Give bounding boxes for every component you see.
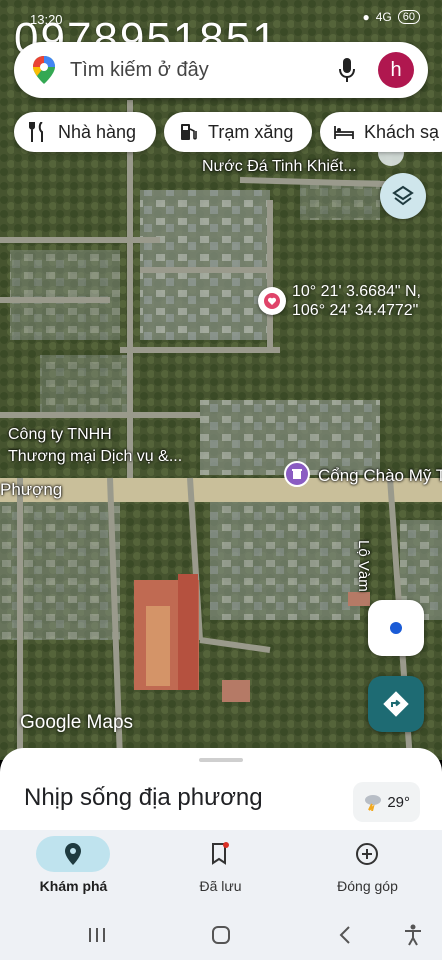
network-status: 4G [375,10,392,24]
layers-icon [392,185,414,206]
nav-contribute-pill [330,836,404,872]
weather-badge[interactable]: 29° [353,782,420,822]
heart-pin-icon[interactable] [258,287,286,315]
accessibility-icon[interactable] [400,922,426,948]
longitude-text: 106° 24' 34.4772" [292,302,419,319]
my-location-button[interactable] [368,600,424,656]
google-maps-logo: Google Maps [20,712,134,733]
system-navigation-bar [0,910,442,960]
location-status-icon: ● [362,10,370,24]
sheet-drag-handle[interactable] [199,758,243,762]
dropped-pin-coordinates: 10° 21' 3.6684" N, 106° 24' 34.4772" [292,282,421,320]
gas-station-icon [178,122,198,142]
chip-label: Khách sạ [364,121,440,142]
map-label-company-line2[interactable]: Thương mại Dịch vụ &... [8,448,182,466]
thunderstorm-icon [365,795,382,811]
map-label-ice-factory[interactable]: Nước Đá Tinh Khiết... [202,158,357,176]
status-icons: ● 4G 60 [362,10,420,24]
chip-restaurants[interactable]: Nhà hàng [14,112,156,152]
status-time: 13:20 [30,12,63,27]
map-label-company-line1[interactable]: Công ty TNHH [8,426,112,444]
bottom-navigation: Khám phá Đã lưu Đóng góp [0,830,442,910]
fork-knife-icon [28,122,48,142]
map-label-gate[interactable]: Cổng Chào Mỹ T [318,466,442,486]
chip-label: Nhà hàng [58,121,137,142]
latitude-text: 10° 21' 3.6684" N, [292,283,421,300]
my-location-icon [390,622,402,634]
nav-explore[interactable]: Khám phá [0,830,147,910]
layers-button[interactable] [380,173,426,219]
road-label-lo-vam: Lộ Vàm [355,540,372,592]
nav-label: Đã lưu [199,878,242,894]
directions-icon [383,691,409,717]
bookmark-icon [212,842,229,865]
microphone-icon[interactable] [338,57,356,88]
chip-gas-stations[interactable]: Trạm xăng [164,112,312,152]
battery-level: 60 [397,10,420,24]
search-bar[interactable]: Tìm kiếm ở đây h [14,42,428,98]
directions-button[interactable] [368,676,424,732]
nav-saved-pill [183,836,257,872]
bed-icon [334,122,354,142]
maps-pin-icon [32,56,56,89]
recent-apps-icon[interactable] [84,922,110,948]
nav-saved[interactable]: Đã lưu [147,830,294,910]
weather-temperature: 29° [387,793,410,811]
chip-label: Trạm xăng [208,121,294,142]
chip-hotels[interactable]: Khách sạ [320,112,442,152]
location-pin-icon [65,843,81,865]
landmark-pin-icon[interactable] [284,461,310,487]
search-input[interactable]: Tìm kiếm ở đây [70,59,209,82]
nav-explore-pill [36,836,110,872]
back-icon[interactable] [332,922,358,948]
nav-label: Đóng góp [337,878,398,894]
account-avatar[interactable]: h [378,52,414,88]
nav-contribute[interactable]: Đóng góp [294,830,441,910]
add-circle-icon [356,843,378,865]
status-bar: 13:20 ● 4G 60 [0,0,442,36]
home-icon[interactable] [208,922,234,948]
sheet-title: Nhịp sống địa phương [24,784,263,811]
nav-label: Khám phá [39,878,108,894]
road-label-left: Phượng [0,480,63,499]
